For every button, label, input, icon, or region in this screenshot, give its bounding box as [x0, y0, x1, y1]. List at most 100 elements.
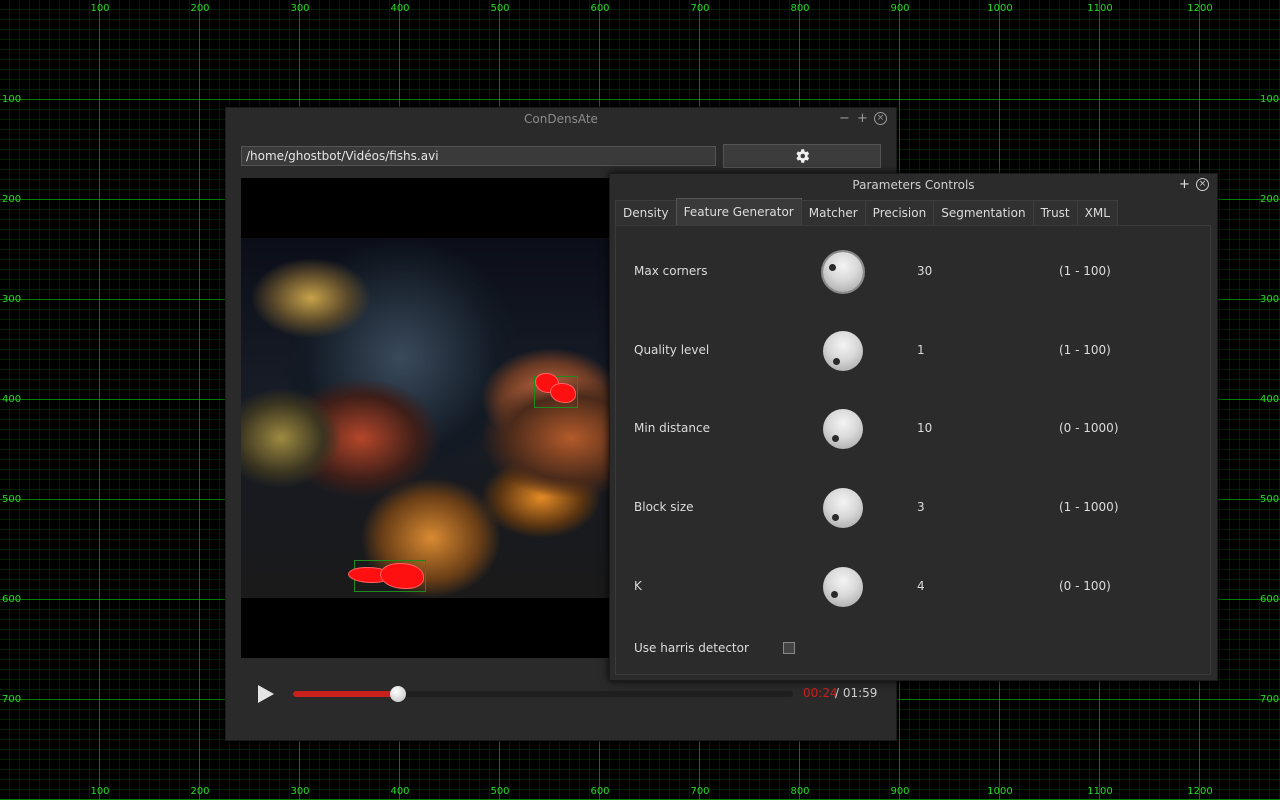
ruler-label: 1000	[987, 3, 1013, 14]
ruler-label: 200	[190, 3, 210, 14]
param-row-min-distance: Min distance 10 (0 - 1000)	[616, 404, 1210, 454]
param-label: Max corners	[634, 264, 708, 278]
total-time: / 01:59	[835, 686, 878, 700]
ruler-label: 100	[90, 786, 110, 797]
gear-icon	[796, 149, 810, 163]
k-dial[interactable]	[823, 567, 863, 607]
ruler-label: 800	[790, 3, 810, 14]
ruler-label: 700	[1260, 694, 1280, 705]
play-icon[interactable]	[258, 685, 274, 703]
current-time: 00:24	[803, 686, 838, 700]
tab-bar: Density Feature Generator Matcher Precis…	[615, 198, 1118, 226]
params-title: Parameters Controls	[852, 178, 975, 192]
param-row-k: K 4 (0 - 100)	[616, 562, 1210, 612]
ruler-label: 1000	[987, 786, 1013, 797]
ruler-label: 300	[2, 294, 22, 305]
ruler-label: 700	[690, 3, 710, 14]
ruler-label: 600	[590, 786, 610, 797]
ruler-label: 500	[490, 3, 510, 14]
ruler-label: 600	[1260, 594, 1280, 605]
feature-generator-panel: Max corners 30 (1 - 100) Quality level 1…	[615, 225, 1211, 675]
ruler-label: 300	[290, 3, 310, 14]
quality-level-dial[interactable]	[823, 331, 863, 371]
ruler-label: 1200	[1187, 3, 1213, 14]
param-range: (0 - 1000)	[1059, 421, 1119, 435]
param-row-max-corners: Max corners 30 (1 - 100)	[616, 247, 1210, 297]
params-titlebar[interactable]: Parameters Controls + ×	[610, 174, 1217, 196]
dial-indicator	[833, 358, 840, 365]
seek-thumb[interactable]	[390, 686, 406, 702]
min-distance-dial[interactable]	[823, 409, 863, 449]
dial-indicator	[832, 435, 839, 442]
param-value: 1	[917, 343, 925, 357]
ruler-label: 1200	[1187, 786, 1213, 797]
tab-feature-generator[interactable]: Feature Generator	[675, 198, 802, 226]
close-button[interactable]: ×	[874, 112, 887, 125]
ruler-label: 300	[1260, 294, 1280, 305]
param-label: K	[634, 579, 642, 593]
maximize-button[interactable]: +	[1179, 177, 1190, 192]
param-label: Block size	[634, 500, 694, 514]
ruler-label: 1100	[1087, 3, 1113, 14]
tab-segmentation[interactable]: Segmentation	[933, 200, 1034, 226]
ruler-label: 500	[1260, 494, 1280, 505]
ruler-label: 700	[2, 694, 22, 705]
ruler-label: 900	[890, 786, 910, 797]
file-path-input[interactable]	[241, 146, 716, 166]
main-titlebar[interactable]: ConDensAte − + ×	[226, 108, 896, 130]
param-label: Quality level	[634, 343, 710, 357]
dial-indicator	[832, 514, 839, 521]
param-row-block-size: Block size 3 (1 - 1000)	[616, 483, 1210, 533]
tab-trust[interactable]: Trust	[1032, 200, 1078, 226]
ruler-label: 500	[2, 494, 22, 505]
maximize-button[interactable]: +	[857, 111, 868, 126]
ruler-label: 200	[1260, 194, 1280, 205]
ruler-label: 300	[290, 786, 310, 797]
ruler-label: 400	[1260, 394, 1280, 405]
ruler-label: 700	[690, 786, 710, 797]
close-button[interactable]: ×	[1196, 178, 1209, 191]
dial-indicator	[829, 264, 836, 271]
ruler-label: 900	[890, 3, 910, 14]
max-corners-dial[interactable]	[823, 252, 863, 292]
param-label: Min distance	[634, 421, 710, 435]
dial-indicator	[831, 591, 838, 598]
tab-precision[interactable]: Precision	[864, 200, 935, 226]
ruler-label: 100	[1260, 94, 1280, 105]
ruler-label: 100	[90, 3, 110, 14]
ruler-label: 100	[2, 94, 22, 105]
ruler-label: 200	[2, 194, 22, 205]
block-size-dial[interactable]	[823, 488, 863, 528]
minimize-button[interactable]: −	[839, 111, 850, 126]
ruler-label: 500	[490, 786, 510, 797]
seek-slider[interactable]	[293, 686, 793, 702]
tab-xml[interactable]: XML	[1076, 200, 1118, 226]
detection-blob	[551, 384, 575, 402]
param-value: 10	[917, 421, 933, 435]
param-range: (1 - 100)	[1059, 343, 1111, 357]
param-range: (0 - 100)	[1059, 579, 1111, 593]
tab-density[interactable]: Density	[615, 200, 677, 226]
param-row-quality-level: Quality level 1 (1 - 100)	[616, 326, 1210, 376]
param-range: (1 - 1000)	[1059, 500, 1119, 514]
ruler-label: 200	[190, 786, 210, 797]
ruler-label: 400	[2, 394, 22, 405]
param-value: 30	[917, 264, 933, 278]
param-row-harris: Use harris detector	[616, 635, 1210, 665]
ruler-label: 600	[590, 3, 610, 14]
settings-button[interactable]	[723, 144, 881, 168]
param-value: 4	[917, 579, 925, 593]
ruler-label: 600	[2, 594, 22, 605]
video-display[interactable]	[241, 178, 611, 658]
harris-checkbox[interactable]	[783, 642, 795, 654]
param-range: (1 - 100)	[1059, 264, 1111, 278]
seek-progress	[293, 691, 398, 697]
param-value: 3	[917, 500, 925, 514]
tab-matcher[interactable]: Matcher	[800, 200, 866, 226]
ruler-label: 400	[390, 3, 410, 14]
window-title: ConDensAte	[524, 112, 598, 126]
harris-label: Use harris detector	[634, 641, 749, 655]
parameters-window: Parameters Controls + × Density Feature …	[609, 173, 1218, 681]
ruler-label: 800	[790, 786, 810, 797]
ruler-label: 1100	[1087, 786, 1113, 797]
